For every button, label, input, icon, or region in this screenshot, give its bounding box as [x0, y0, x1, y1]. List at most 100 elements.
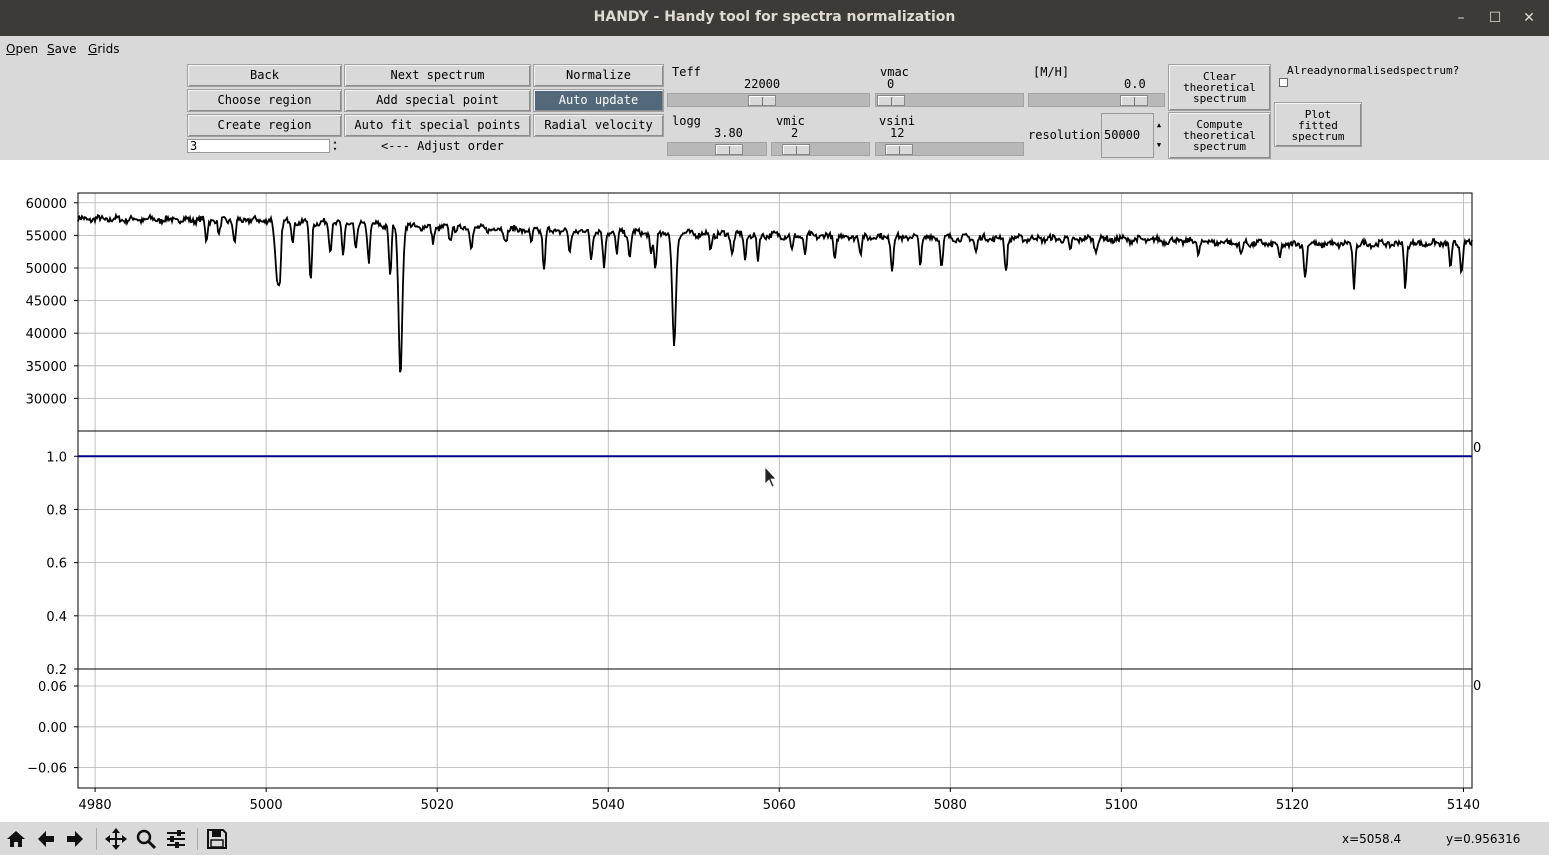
- vmic-slider-thumb[interactable]: [782, 144, 810, 155]
- vsini-slider-thumb[interactable]: [885, 144, 913, 155]
- vmac-slider[interactable]: [875, 93, 1024, 107]
- y-tick-label: 40000: [26, 327, 67, 342]
- normalize-button[interactable]: Normalize: [533, 64, 664, 87]
- menu-grids[interactable]: Grids: [88, 42, 119, 56]
- axes-frame: [77, 192, 1473, 432]
- y-tick-label: 0.6: [46, 557, 67, 572]
- adjust-order-label: <--- Adjust order: [381, 139, 504, 153]
- x-tick-label: 5040: [592, 798, 625, 813]
- x-tick-label: 4980: [79, 798, 112, 813]
- axes-frame: [77, 668, 1473, 789]
- y-tick-label: −0.06: [27, 762, 67, 777]
- plot-fitted-spectrum-button[interactable]: Plot fitted spectrum: [1274, 102, 1362, 147]
- vsini-slider[interactable]: [875, 142, 1024, 156]
- back-arrow-icon[interactable]: [33, 826, 59, 852]
- observed-spectrum-line: [77, 212, 1473, 373]
- save-figure-icon[interactable]: [204, 826, 230, 852]
- resolution-spinbox[interactable]: 50000: [1101, 113, 1154, 158]
- resolution-up-icon[interactable]: ▲: [1154, 115, 1164, 135]
- teff-label: Teff: [672, 65, 701, 79]
- toolbar-separator: [96, 828, 97, 850]
- auto-fit-special-points-button[interactable]: Auto fit special points: [344, 114, 531, 137]
- next-spectrum-button[interactable]: Next spectrum: [344, 64, 531, 87]
- vmac-value: 0: [887, 77, 895, 91]
- mh-value: 0.0: [1124, 77, 1146, 91]
- vmac-slider-thumb[interactable]: [877, 95, 905, 106]
- vmic-slider[interactable]: [771, 142, 870, 156]
- teff-slider-thumb[interactable]: [748, 95, 776, 106]
- normalized-panel-corner-label: 0: [1473, 441, 1481, 456]
- axes-frame: [77, 430, 1473, 670]
- mh-slider-thumb[interactable]: [1120, 95, 1148, 106]
- menu-bar: Open Save Grids: [0, 36, 1549, 62]
- mh-label: [M/H]: [1033, 65, 1070, 79]
- zoom-icon[interactable]: [133, 826, 159, 852]
- clear-theoretical-spectrum-button[interactable]: Clear theoretical spectrum: [1168, 64, 1271, 111]
- add-special-point-button[interactable]: Add special point: [344, 89, 531, 112]
- toolbar-separator: [197, 828, 198, 850]
- cursor-y-readout: y=0.956316: [1446, 832, 1521, 846]
- y-tick-label: 35000: [26, 360, 67, 375]
- y-tick-label: 0.06: [38, 680, 67, 695]
- control-panel: Back Choose region Create region 3 ▴ ▾ Ne…: [0, 62, 1549, 160]
- y-tick-label: 60000: [26, 197, 67, 212]
- auto-update-toggle[interactable]: Auto update: [533, 89, 664, 112]
- teff-value: 22000: [744, 77, 781, 91]
- resolution-down-icon[interactable]: ▼: [1154, 135, 1164, 155]
- close-icon[interactable]: ✕: [1518, 8, 1540, 28]
- radial-velocity-button[interactable]: Radial velocity: [533, 114, 664, 137]
- choose-region-button[interactable]: Choose region: [187, 89, 342, 112]
- x-tick-label: 5140: [1447, 798, 1480, 813]
- menu-open[interactable]: Open: [6, 42, 38, 56]
- menu-save[interactable]: Save: [47, 42, 76, 56]
- configure-subplots-icon[interactable]: [163, 826, 189, 852]
- compute-theoretical-spectrum-button[interactable]: Compute theoretical spectrum: [1168, 112, 1271, 159]
- window-titlebar: HANDY - Handy tool for spectra normaliza…: [0, 0, 1549, 36]
- resolution-label: resolution: [1028, 128, 1101, 142]
- logg-label: logg: [672, 114, 701, 128]
- navigation-toolbar: x=5058.4 y=0.956316: [0, 822, 1549, 855]
- already-normalised-label: Alreadynormalisedspectrum?: [1287, 64, 1460, 77]
- order-spinbox[interactable]: 3: [187, 139, 330, 153]
- create-region-button[interactable]: Create region: [187, 114, 342, 137]
- x-tick-label: 5120: [1276, 798, 1309, 813]
- axes-frames: [77, 192, 1473, 789]
- y-tick-label: 50000: [26, 262, 67, 277]
- mouse-cursor-icon: [764, 465, 777, 488]
- grid-lines: [78, 193, 1472, 788]
- back-button[interactable]: Back: [187, 64, 342, 87]
- y-tick-label: 0.2: [46, 663, 67, 678]
- x-tick-label: 5060: [763, 798, 796, 813]
- maximize-icon[interactable]: ☐: [1484, 8, 1506, 28]
- y-tick-label: 45000: [26, 295, 67, 310]
- y-tick-label: 0.00: [38, 721, 67, 736]
- x-tick-label: 5020: [421, 798, 454, 813]
- y-tick-label: 55000: [26, 229, 67, 244]
- window-title: HANDY - Handy tool for spectra normaliza…: [593, 9, 956, 25]
- cursor-x-readout: x=5058.4: [1342, 832, 1402, 846]
- minimize-icon[interactable]: –: [1450, 8, 1472, 28]
- mh-slider[interactable]: [1028, 93, 1165, 107]
- forward-arrow-icon[interactable]: [62, 826, 88, 852]
- home-icon[interactable]: [3, 826, 29, 852]
- y-tick-label: 0.4: [46, 610, 67, 625]
- teff-slider[interactable]: [667, 93, 870, 107]
- logg-value: 3.80: [714, 126, 743, 140]
- pan-icon[interactable]: [103, 826, 129, 852]
- spectrum-figure[interactable]: 300003500040000450005000055000600000.20.…: [0, 160, 1549, 822]
- x-tick-label: 5080: [934, 798, 967, 813]
- order-spin-arrows-icon[interactable]: ▴ ▾: [330, 139, 340, 153]
- tick-labels: 300003500040000450005000055000600000.20.…: [26, 197, 1480, 813]
- y-tick-label: 1.0: [46, 450, 67, 465]
- vsini-value: 12: [890, 126, 905, 140]
- residual-panel-corner-label: 0: [1473, 679, 1481, 694]
- y-tick-label: 30000: [26, 392, 67, 407]
- x-tick-label: 5000: [250, 798, 283, 813]
- vmac-label: vmac: [880, 65, 909, 79]
- vmic-value: 2: [791, 126, 799, 140]
- logg-slider-thumb[interactable]: [715, 144, 743, 155]
- x-tick-label: 5100: [1105, 798, 1138, 813]
- logg-slider[interactable]: [667, 142, 767, 156]
- already-normalised-checkbox[interactable]: [1279, 78, 1288, 87]
- y-tick-label: 0.8: [46, 503, 67, 518]
